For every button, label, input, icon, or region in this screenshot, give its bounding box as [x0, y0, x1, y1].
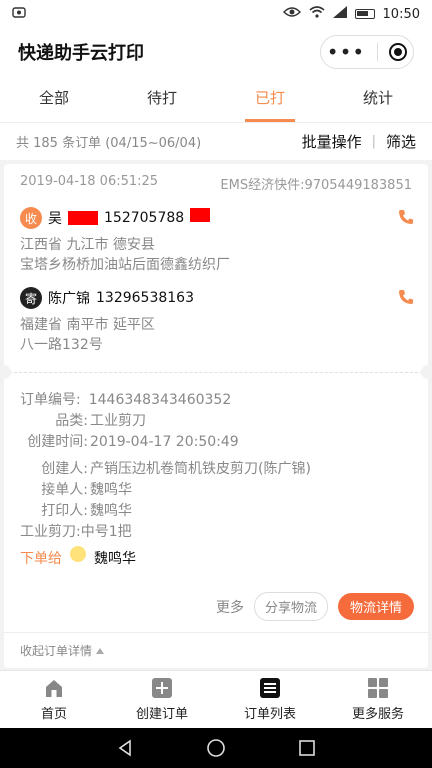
order-datetime: 2019-04-18 06:51:25 [20, 174, 159, 189]
tab-printed[interactable]: 已打 [216, 76, 324, 122]
chevron-up-icon [96, 647, 105, 654]
nav-home[interactable]: 首页 [0, 671, 108, 728]
mini-program-capsule: ••• [320, 35, 414, 69]
card-divider [4, 372, 428, 373]
filter-button[interactable]: 筛选 [386, 131, 416, 152]
order-tabs: 全部 待打 已打 统计 [0, 76, 432, 122]
sender-address-line1: 福建省 南平市 延平区 [20, 317, 155, 333]
share-logistics-button[interactable]: 分享物流 [253, 592, 328, 621]
recipient-phone: 152705788 [104, 210, 185, 226]
printer-label: 打印人: [41, 503, 88, 519]
bottom-navigation: 首页 创建订单 订单列表 更多服务 [0, 670, 432, 728]
carrier-notification-icon [12, 5, 26, 23]
nav-order-list-label: 订单列表 [243, 707, 296, 722]
recipient-block: 收 吴 152705788 江西省 九江市 德安县 宝塔乡杨桥加油站后面德鑫纺织… [4, 207, 428, 275]
more-menu-icon[interactable]: ••• [327, 42, 365, 62]
recents-icon[interactable] [298, 739, 316, 757]
recipient-badge: 收 [20, 207, 42, 229]
order-summary-bar: 共 185 条订单 (04/15~06/04) 批量操作 | 筛选 [0, 122, 432, 160]
tab-all[interactable]: 全部 [0, 76, 108, 122]
order-card: 2019-04-18 06:51:25 EMS经济快件:970544918385… [0, 164, 432, 668]
back-icon[interactable] [116, 739, 134, 757]
batch-operation-button[interactable]: 批量操作 [302, 131, 362, 152]
app-header: 快递助手云打印 ••• [0, 28, 432, 76]
detail-row-created: 创建时间: 2019-04-17 20:50:49 [20, 432, 412, 453]
call-recipient-phone-icon[interactable] [398, 209, 414, 229]
item-line: 工业剪刀:中号1把 [20, 524, 132, 540]
tab-statistics[interactable]: 统计 [324, 76, 432, 122]
collapse-label: 收起订单详情 [20, 644, 93, 658]
nav-more-services-label: 更多服务 [351, 707, 404, 722]
recipient-address-line1: 江西省 九江市 德安县 [20, 237, 155, 253]
detail-row-printer: 打印人: 魏鸣华 [20, 501, 412, 522]
assigned-to-label: 下单给 [20, 551, 62, 567]
sender-phone: 13296538163 [96, 290, 194, 306]
created-label: 创建时间: [27, 434, 88, 450]
detail-row-receiver: 接单人: 魏鸣华 [20, 480, 412, 501]
eye-icon [282, 6, 301, 22]
printer-value: 魏鸣华 [90, 503, 132, 519]
assigned-to: 下单给 魏鸣华 [20, 546, 136, 568]
recipient-name: 吴 [48, 211, 62, 227]
sender-block: 寄 陈广锦 13296538163 福建省 南平市 延平区 八一路132号 [4, 287, 428, 355]
order-actions: 更多 分享物流 物流详情 [216, 592, 414, 621]
logistics-details-button[interactable]: 物流详情 [337, 593, 414, 620]
creator-value: 产销压边机卷筒机铁皮剪刀(陈广锦) [90, 461, 311, 477]
avatar [70, 546, 86, 562]
collapse-order-details[interactable]: 收起订单详情 [4, 632, 428, 668]
recipient-address-line2: 宝塔乡杨桥加油站后面德鑫纺织厂 [20, 257, 230, 273]
receiver-value: 魏鸣华 [90, 482, 132, 498]
system-navigation-bar [0, 728, 432, 768]
nav-more-services[interactable]: 更多服务 [324, 671, 432, 728]
capsule-divider [376, 43, 378, 61]
plus-icon [152, 678, 172, 698]
sender-address-line2: 八一路132号 [20, 337, 103, 353]
list-icon [260, 678, 280, 698]
redacted-phone-block [190, 208, 211, 222]
app-title: 快递助手云打印 [18, 43, 144, 64]
grid-icon [368, 678, 388, 698]
nav-home-label: 首页 [40, 707, 67, 722]
carrier-tracking: EMS经济快件:9705449183851 [220, 178, 412, 193]
wifi-icon [309, 6, 325, 22]
action-separator: | [371, 134, 376, 149]
detail-row-items: 工业剪刀:中号1把 [20, 522, 412, 543]
created-value: 2019-04-17 20:50:49 [90, 434, 239, 450]
assigned-to-name: 魏鸣华 [94, 551, 136, 567]
call-sender-phone-icon[interactable] [398, 289, 414, 309]
detail-row-order-no: 订单编号: 1446348343460352 [20, 390, 412, 411]
card-notch-left [0, 365, 11, 379]
detail-row-category: 品类: 工业剪刀 [20, 411, 412, 432]
signal-icon [332, 6, 347, 22]
order-details: 订单编号: 1446348343460352 品类: 工业剪刀 创建时间: 20… [20, 390, 412, 543]
sender-badge: 寄 [20, 287, 42, 309]
detail-row-creator: 创建人: 产销压边机卷筒机铁皮剪刀(陈广锦) [20, 459, 412, 480]
redacted-name-block [68, 211, 98, 225]
status-bar: 10:50 [0, 0, 432, 28]
sender-name: 陈广锦 [48, 291, 90, 307]
nav-create-order[interactable]: 创建订单 [108, 671, 216, 728]
nav-create-order-label: 创建订单 [135, 707, 188, 722]
close-target-icon[interactable] [389, 43, 408, 61]
more-button[interactable]: 更多 [216, 597, 244, 617]
creator-label: 创建人: [41, 461, 88, 477]
order-no-label: 订单编号: [20, 392, 81, 408]
battery-icon [354, 9, 375, 19]
home-circle-icon[interactable] [206, 738, 226, 758]
home-icon [46, 680, 62, 697]
nav-order-list[interactable]: 订单列表 [216, 671, 324, 728]
tab-pending[interactable]: 待打 [108, 76, 216, 122]
card-notch-right [421, 365, 432, 379]
category-value: 工业剪刀 [90, 413, 146, 429]
receiver-label: 接单人: [41, 482, 88, 498]
status-time: 10:50 [382, 6, 420, 22]
order-no-value: 1446348343460352 [88, 392, 232, 408]
category-label: 品类: [55, 413, 88, 429]
order-count: 共 185 条订单 (04/15~06/04) [16, 136, 202, 151]
